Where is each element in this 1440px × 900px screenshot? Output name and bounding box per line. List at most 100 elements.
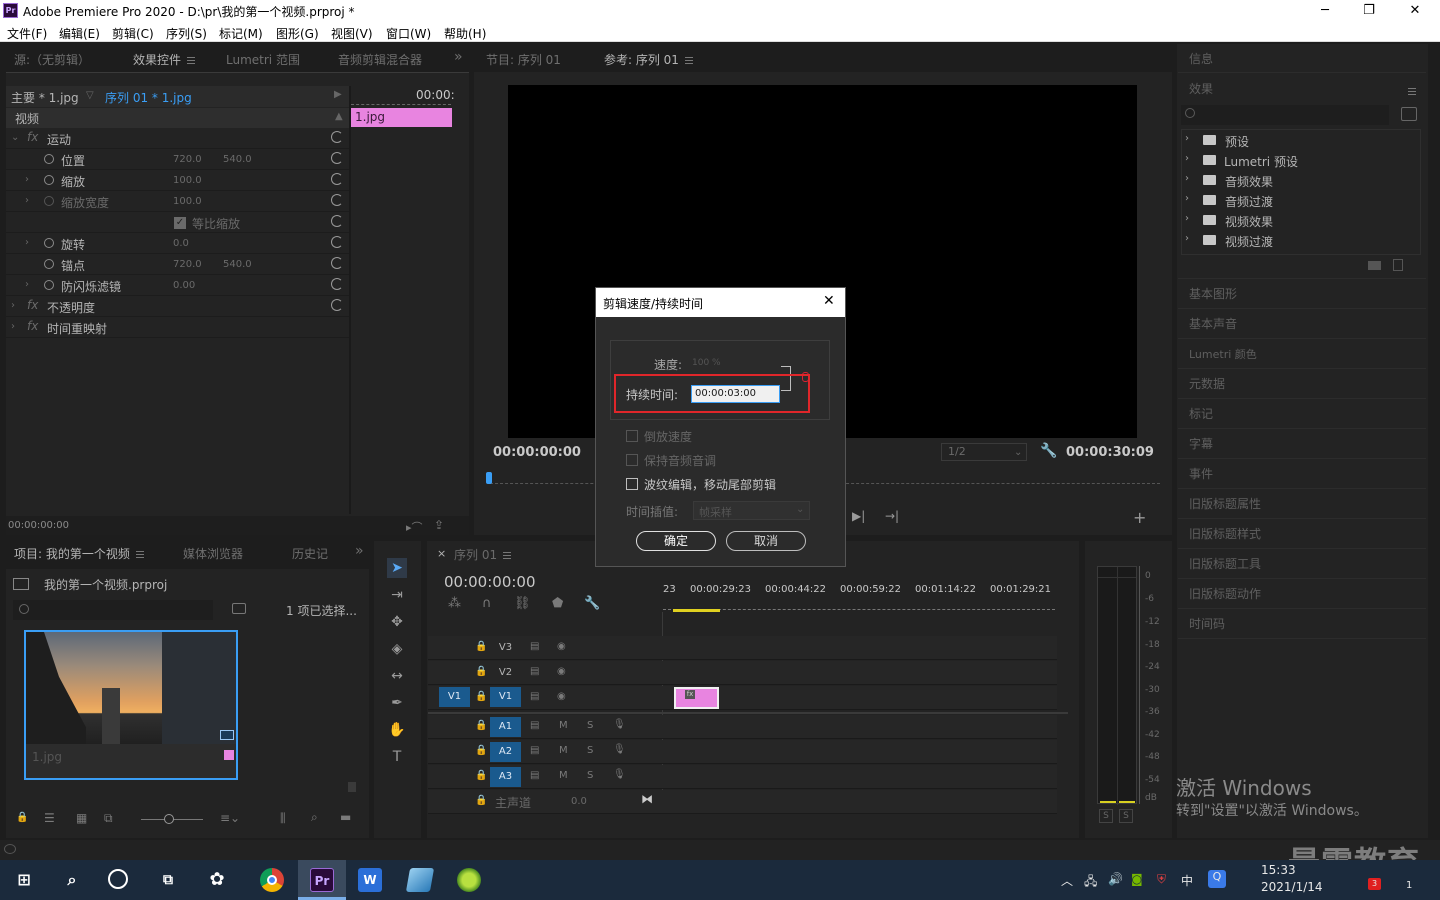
slip-tool-icon[interactable]: ↔ [387, 666, 407, 686]
network-icon[interactable]: 🖧 [1084, 872, 1097, 893]
menu-window[interactable]: 窗口(W) [386, 25, 431, 42]
keep-pitch-checkbox[interactable] [626, 454, 638, 466]
mini-clip[interactable]: 1.jpg [351, 108, 452, 127]
video-audio-divider[interactable] [428, 712, 1068, 714]
menu-sequence[interactable]: 序列(S) [166, 25, 207, 42]
nest-icon[interactable]: ⁂ [448, 596, 461, 611]
volume-icon[interactable]: 🔊 [1108, 872, 1123, 886]
stopwatch-icon[interactable] [44, 175, 54, 185]
label-color-swatch[interactable] [224, 750, 234, 760]
effects-folder-video-transitions[interactable]: › 视频过渡 [1185, 230, 1420, 250]
go-to-out-icon[interactable]: →| [885, 509, 899, 523]
effect-row-rotation[interactable]: › 旋转 0.0 [6, 233, 349, 254]
panel-essential-sound[interactable]: 基本声音 [1189, 315, 1237, 332]
chrome-icon[interactable] [260, 868, 284, 892]
microphone-icon[interactable]: 🎙 [613, 744, 626, 755]
panel-markers[interactable]: 标记 [1189, 405, 1213, 422]
freeform-view-icon[interactable]: ⧉ [104, 811, 113, 826]
ripple-edit-checkbox[interactable] [626, 478, 638, 490]
timeline-tab[interactable]: 序列 01 [454, 546, 512, 563]
effects-folder-presets[interactable]: › 预设 [1185, 130, 1420, 150]
more-tabs-icon[interactable]: » [355, 543, 364, 559]
lock-icon[interactable]: 🔒 [16, 812, 28, 823]
track-a1[interactable]: 🔒 A1 ▤ M S 🎙 [428, 715, 1057, 739]
track-a3[interactable]: 🔒 A3 ▤ M S 🎙 [428, 765, 1057, 789]
new-bin-icon[interactable]: ▬ [340, 810, 351, 824]
panel-menu-icon[interactable] [684, 57, 693, 64]
track-a2[interactable]: 🔒 A2 ▤ M S 🎙 [428, 740, 1057, 764]
expand-icon[interactable]: ⌄ [11, 132, 19, 143]
solo-button[interactable]: S [587, 770, 593, 781]
sync-lock-icon[interactable]: ▤ [530, 666, 539, 677]
menu-file[interactable]: 文件(F) [7, 25, 47, 42]
expand-icon[interactable]: › [11, 300, 15, 311]
lock-icon[interactable]: 🔒 [475, 795, 487, 806]
notepad-icon[interactable] [405, 868, 435, 892]
pen-tool-icon[interactable]: ✒ [387, 693, 407, 713]
sync-lock-icon[interactable]: ▤ [530, 720, 539, 731]
effect-row-opacity[interactable]: › fx 不透明度 [6, 296, 349, 317]
panel-captions[interactable]: 字幕 [1189, 435, 1213, 452]
tab-reference[interactable]: 参考: 序列 01 [604, 51, 693, 68]
expand-icon[interactable]: › [25, 195, 29, 206]
tab-source[interactable]: 源:（无剪辑） [14, 51, 90, 68]
sequence-clip-label[interactable]: 序列 01 * 1.jpg [105, 89, 192, 106]
menu-edit[interactable]: 编辑(E) [59, 25, 100, 42]
param-value-y[interactable]: 540.0 [223, 259, 252, 270]
master-volume-value[interactable]: 0.0 [571, 796, 587, 807]
effects-folder-audio-transitions[interactable]: › 音频过渡 [1185, 190, 1420, 210]
lock-icon[interactable]: 🔒 [475, 666, 487, 677]
taskbar-active-app[interactable]: Pr [298, 860, 346, 900]
nvidia-icon[interactable]: ◙ [1131, 872, 1143, 886]
action-center-badge[interactable]: 1 [1406, 880, 1412, 891]
tab-history[interactable]: 历史记 [292, 545, 328, 562]
trash-icon[interactable] [1393, 259, 1403, 271]
chevron-right-icon[interactable]: › [1185, 213, 1189, 224]
lock-icon[interactable]: 🔒 [475, 745, 487, 756]
menu-graphics[interactable]: 图形(G) [276, 25, 319, 42]
panel-menu-icon[interactable] [1408, 88, 1416, 95]
melon-app-icon[interactable] [457, 868, 481, 892]
selection-tool-icon[interactable]: ➤ [387, 558, 407, 578]
collapse-up-icon[interactable]: ▲ [335, 111, 343, 122]
new-folder-icon[interactable] [1368, 261, 1381, 270]
reset-icon[interactable] [331, 152, 343, 164]
project-search-input[interactable] [13, 600, 213, 620]
resolution-dropdown[interactable]: 1/2 ⌄ [941, 443, 1027, 461]
source-patch-v1[interactable]: V1 [439, 687, 470, 707]
uniform-scale-checkbox[interactable]: ✓ [174, 217, 186, 229]
panel-menu-icon[interactable] [187, 57, 196, 64]
chevron-right-icon[interactable]: › [1185, 133, 1189, 144]
menu-clip[interactable]: 剪辑(C) [112, 25, 154, 42]
add-button-icon[interactable]: + [1133, 508, 1146, 527]
track-target-a1[interactable]: A1 [490, 717, 521, 737]
track-target-a2[interactable]: A2 [490, 742, 521, 762]
effects-search-input[interactable] [1181, 105, 1389, 125]
panel-legacy-title-properties[interactable]: 旧版标题属性 [1189, 495, 1261, 512]
effects-panel-title[interactable]: 效果 [1189, 80, 1213, 97]
param-value[interactable]: 0.00 [173, 280, 195, 291]
panel-legacy-title-styles[interactable]: 旧版标题样式 [1189, 525, 1261, 542]
sync-lock-icon[interactable]: ▤ [530, 770, 539, 781]
menu-marker[interactable]: 标记(M) [219, 25, 263, 42]
eye-icon[interactable]: ◉ [557, 666, 566, 677]
type-tool-icon[interactable]: T [387, 747, 407, 767]
tab-project[interactable]: 项目: 我的第一个视频 [14, 545, 144, 562]
mute-button[interactable]: M [559, 720, 568, 731]
panel-legacy-title-actions[interactable]: 旧版标题动作 [1189, 585, 1261, 602]
lock-icon[interactable]: 🔒 [475, 720, 487, 731]
razor-tool-icon[interactable]: ◈ [387, 639, 407, 659]
track-target-v2[interactable]: V2 [490, 663, 521, 683]
solo-right-button[interactable]: S [1119, 809, 1133, 823]
status-indicator-icon[interactable] [4, 844, 16, 854]
effect-controls-time[interactable]: 00:00:00:00 [8, 520, 69, 531]
maximize-button[interactable]: ❐ [1346, 0, 1392, 22]
security-icon[interactable]: ⛨ [1157, 872, 1166, 887]
chevron-right-icon[interactable]: › [1185, 153, 1189, 164]
master-clip-label[interactable]: 主要 * 1.jpg [11, 89, 79, 106]
cancel-button[interactable]: 取消 [726, 531, 806, 551]
search-icon[interactable]: ⌕ [60, 868, 84, 892]
track-v1[interactable]: V1 🔒 V1 ▤ ◉ [428, 686, 1057, 710]
panel-events[interactable]: 事件 [1189, 465, 1213, 482]
more-tabs-icon[interactable]: » [454, 49, 463, 65]
